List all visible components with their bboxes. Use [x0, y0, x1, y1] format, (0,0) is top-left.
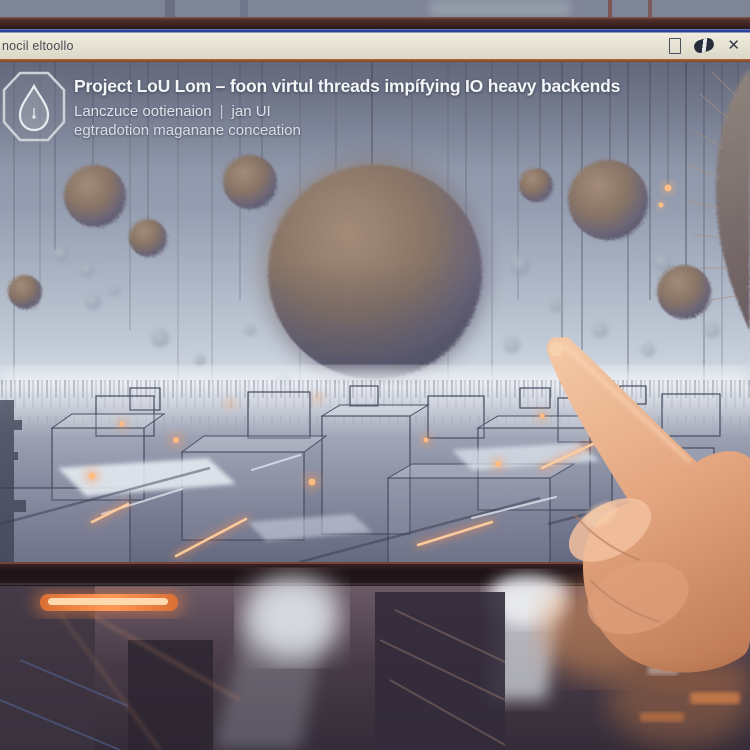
eraser-icon[interactable]	[693, 36, 716, 55]
banner-text: Project LoU Lom – foon virtul threads im…	[66, 70, 620, 139]
banner-subtitle: Lanczuce ootienaion | jan UI	[74, 103, 620, 120]
window-title: nocil eltoollo	[2, 39, 74, 53]
banner-subtitle-primary: Lanczuce ootienaion	[74, 103, 212, 120]
banner-subtitle-line2: egtradotion maganane conceation	[74, 122, 620, 139]
big-fuzzy-sphere	[261, 158, 489, 386]
screenshot-root: nocil eltoollo ✕ Project LoU Lom – foon …	[0, 0, 750, 750]
banner-subtitle-divider: |	[220, 103, 224, 120]
monitor-top-bezel	[0, 17, 750, 29]
close-icon[interactable]: ✕	[727, 38, 740, 53]
fingertip	[549, 342, 563, 356]
notification-banner[interactable]: Project LoU Lom – foon virtul threads im…	[0, 70, 690, 144]
window-titlebar: nocil eltoollo ✕	[0, 32, 750, 59]
maximize-icon[interactable]	[669, 38, 681, 54]
banner-title: Project LoU Lom – foon virtul threads im…	[74, 76, 620, 97]
accent-line-orange	[0, 59, 750, 62]
window-controls: ✕	[669, 38, 740, 54]
droplet-octagon-icon	[2, 70, 66, 144]
banner-subtitle-secondary: jan UI	[232, 103, 271, 120]
